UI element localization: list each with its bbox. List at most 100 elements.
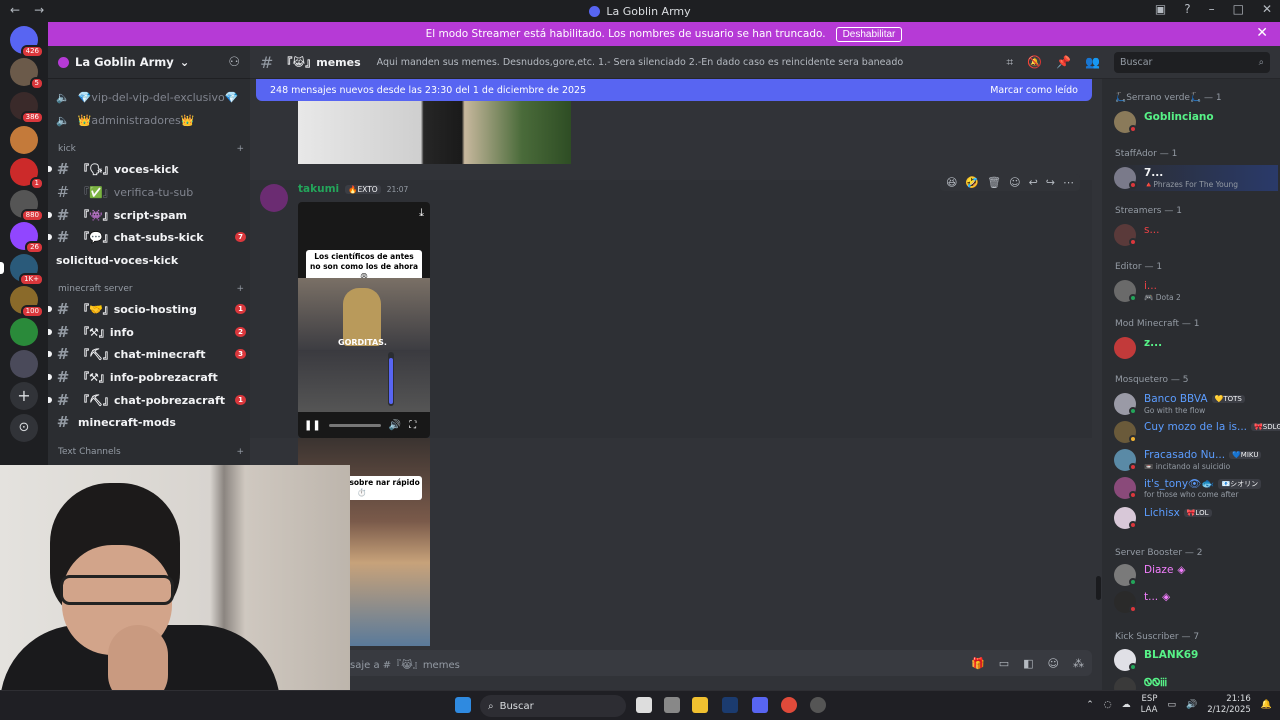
server-item[interactable]: 880	[10, 190, 44, 222]
gift-icon[interactable]: 🎁	[971, 657, 985, 670]
fullscreen-icon[interactable]: ⛶	[409, 420, 416, 431]
threads-icon[interactable]: ⌗	[1006, 55, 1013, 70]
sidebar-item-socio[interactable]: # 『🤝』socio-hosting 1	[48, 299, 246, 319]
video-player[interactable]: ⤓ Los científicos de antes no son como l…	[298, 202, 430, 438]
notification-icon[interactable]: 🔔	[1261, 700, 1272, 710]
add-channel-icon[interactable]: +	[236, 284, 244, 294]
sidebar-item-admins[interactable]: 🔈 👑administradores👑	[56, 110, 246, 130]
disable-streamer-button[interactable]: Deshabilitar	[835, 26, 903, 42]
members-icon[interactable]: 👥	[1085, 55, 1100, 70]
member-item[interactable]: Goblinciano	[1114, 109, 1278, 135]
new-messages-bar[interactable]: 248 mensajes nuevos desde las 23:30 del …	[256, 79, 1092, 101]
sidebar-item-mods[interactable]: # minecraft-mods	[56, 412, 246, 432]
sidebar-item-chat-minecraft[interactable]: # 『⛏』chat-minecraft 3	[48, 344, 246, 364]
add-server-icon[interactable]: +	[10, 382, 38, 410]
emoji-icon[interactable]: ☺	[1048, 657, 1059, 670]
volume-icon[interactable]: 🔊	[389, 420, 401, 431]
message-author[interactable]: takumi	[298, 183, 339, 195]
more-icon[interactable]: ⋯	[1063, 176, 1074, 189]
sidebar-item-script-spam[interactable]: # 『👾』script-spam	[48, 205, 246, 225]
sidebar-item-chat-subs[interactable]: # 『💬』chat-subs-kick 7	[48, 227, 246, 247]
app-icon[interactable]	[810, 697, 826, 713]
forward-icon[interactable]: ↪	[1046, 176, 1055, 189]
server-item[interactable]	[10, 318, 38, 346]
member-item[interactable]: i... 🎮 Dota 2	[1114, 278, 1278, 304]
server-item[interactable]: 100	[10, 286, 44, 318]
sidebar-item-chat-pobreza[interactable]: # 『⛏』chat-pobrezacraft 1	[48, 390, 246, 410]
message-input[interactable]: saje a #『😹』memes 🎁 ▭ ◧ ☺ ⁂	[256, 650, 1092, 676]
server-item[interactable]: 386	[10, 92, 44, 124]
chrome-icon[interactable]	[781, 697, 797, 713]
member-item[interactable]: Cuy mozo de la is... 🎀SDLG	[1114, 419, 1280, 445]
minimize-icon[interactable]: –	[1209, 2, 1215, 16]
sidebar-item-solicitud[interactable]: solicitud-voces-kick	[56, 250, 246, 270]
scrollbar[interactable]	[1096, 576, 1101, 600]
reply-icon[interactable]: ↩	[1029, 176, 1038, 189]
pin-icon[interactable]: 📌	[1056, 55, 1071, 70]
task-view-icon[interactable]	[636, 697, 652, 713]
sidebar-item-voces-kick[interactable]: # 『🗣』voces-kick	[48, 159, 246, 179]
cloud-icon[interactable]: ☁	[1122, 700, 1131, 710]
member-item[interactable]: Banco BBVA 💛TOTS Go with the flow	[1114, 391, 1278, 417]
download-icon[interactable]: ⤓	[419, 206, 424, 220]
member-item[interactable]: Fracasado Nu... 💙MIKU 📼 incitando al suici…	[1114, 447, 1278, 473]
member-item[interactable]: Diaze ◈	[1114, 562, 1278, 588]
reaction-icon[interactable]: 🗑	[987, 176, 1001, 189]
apps-icon[interactable]: ⁂	[1073, 657, 1084, 670]
attachment-image[interactable]	[298, 101, 571, 164]
member-item[interactable]: t... ◈	[1114, 589, 1278, 615]
sidebar-item-vip[interactable]: 🔈 💎vip-del-vip-del-exclusivo💎	[56, 87, 246, 107]
member-item[interactable]: s...	[1114, 222, 1278, 248]
reaction-icon[interactable]: 🤣	[965, 176, 979, 189]
invite-icon[interactable]: ⚇	[228, 55, 240, 70]
sidebar-item-verifica[interactable]: # 『✅』verifica-tu-sub	[56, 182, 246, 202]
chevron-up-icon[interactable]: ⌃	[1086, 700, 1094, 710]
channel-topic[interactable]: Aqui manden sus memes. Desnudos,gore,etc…	[377, 57, 904, 68]
member-item[interactable]: 7... 🔺Phrazes For The Young	[1114, 165, 1278, 191]
clock[interactable]: 21:16 2/12/2025	[1207, 694, 1251, 716]
help-icon[interactable]: ?	[1184, 2, 1190, 16]
server-item[interactable]: 1	[10, 158, 44, 190]
server-item[interactable]: 5	[10, 58, 44, 90]
gif-icon[interactable]: ▭	[999, 657, 1009, 670]
progress-bar[interactable]	[328, 423, 381, 427]
sidebar-item-info[interactable]: # 『⚒』info 2	[48, 322, 246, 342]
server-item[interactable]	[10, 126, 38, 154]
add-channel-icon[interactable]: +	[236, 447, 244, 457]
folder-icon[interactable]	[692, 697, 708, 713]
category-text[interactable]: Text Channels +	[58, 447, 244, 457]
category-kick[interactable]: kick +	[58, 144, 244, 154]
volume-slider[interactable]	[388, 352, 394, 406]
start-icon[interactable]	[455, 697, 471, 713]
pause-icon[interactable]: ❚❚	[304, 420, 321, 431]
sticker-icon[interactable]: ◧	[1023, 657, 1033, 670]
close-banner-icon[interactable]: ✕	[1256, 25, 1268, 41]
app-icon[interactable]	[664, 697, 680, 713]
server-home[interactable]: 426	[10, 26, 44, 58]
server-item-active[interactable]: 1K+	[0, 254, 44, 286]
add-reaction-icon[interactable]: ☺	[1009, 176, 1020, 189]
member-item[interactable]: it's_tony👁🐟 📧シオリン for those who come after	[1114, 475, 1278, 501]
guild-header[interactable]: La Goblin Army ⌄ ⚇	[48, 46, 250, 79]
member-item[interactable]: z...	[1114, 335, 1278, 361]
tray-icon[interactable]: ◌	[1104, 700, 1112, 710]
reaction-icon[interactable]: 😆	[946, 176, 957, 189]
forward-arrow-icon[interactable]: →	[34, 3, 44, 17]
network-icon[interactable]: ▭	[1167, 700, 1176, 710]
language-indicator[interactable]: ESP LAA	[1141, 694, 1158, 716]
avatar[interactable]	[260, 184, 288, 212]
member-item[interactable]: Lichisx 🎀LOL	[1114, 505, 1278, 531]
member-item[interactable]: BLANK69	[1114, 647, 1278, 673]
maximize-icon[interactable]: □	[1233, 2, 1244, 16]
inbox-icon[interactable]: ▣	[1155, 2, 1166, 16]
server-item[interactable]	[10, 350, 38, 378]
discord-icon[interactable]	[752, 697, 768, 713]
taskbar-search[interactable]: ⌕ Buscar	[480, 695, 626, 717]
volume-icon[interactable]: 🔊	[1186, 700, 1197, 710]
mark-read-button[interactable]: Marcar como leído	[990, 85, 1078, 96]
search-input[interactable]: Buscar ⌕	[1114, 52, 1270, 73]
category-minecraft[interactable]: minecraft server +	[58, 284, 244, 294]
server-item[interactable]: 26	[10, 222, 44, 254]
close-window-icon[interactable]: ✕	[1262, 2, 1272, 16]
back-arrow-icon[interactable]: ←	[10, 3, 20, 17]
